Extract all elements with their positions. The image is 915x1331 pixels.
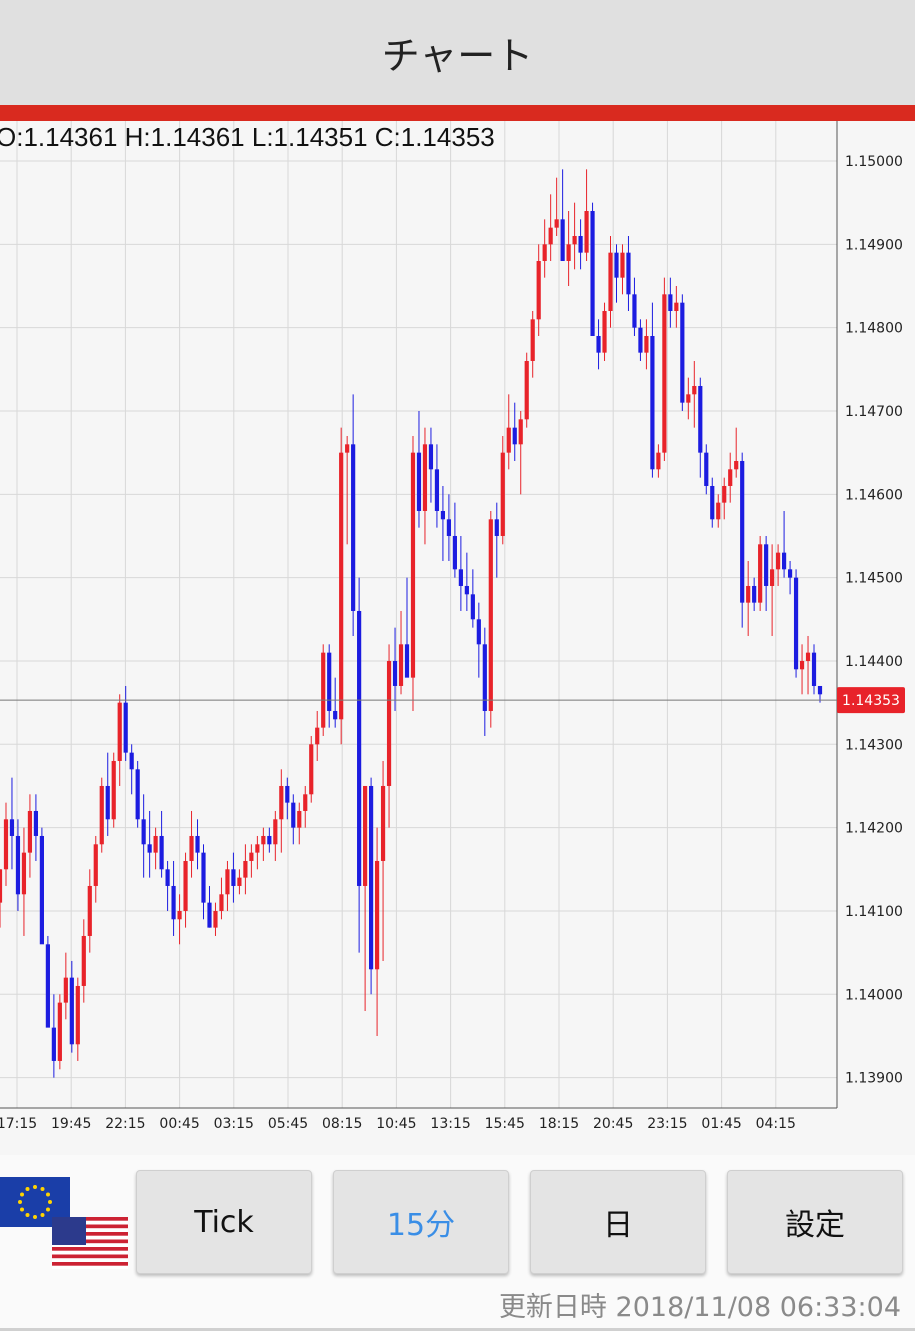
currency-pair-icon[interactable] xyxy=(0,1177,130,1272)
y-tick-label: 1.14400 xyxy=(845,654,903,670)
candle xyxy=(410,435,416,711)
x-tick-label: 10:45 xyxy=(376,1116,416,1132)
candle xyxy=(57,994,62,1070)
candle xyxy=(602,302,607,361)
candle xyxy=(99,777,104,853)
app-header: チャート xyxy=(0,0,915,105)
y-tick-label: 1.14600 xyxy=(845,487,903,503)
header-accent-bar xyxy=(0,105,915,121)
x-tick-label: 13:15 xyxy=(430,1116,470,1132)
candlestick-chart[interactable]: 1.15000 1.14900 1.14800 1.14700 1.14600 1.145… xyxy=(0,121,915,1155)
15min-button[interactable]: 15分 xyxy=(333,1170,509,1274)
bottom-toolbar: Tick 15分 日 設定 更新日時 2018/11/08 06:33:04 xyxy=(0,1155,915,1331)
y-tick-label: 1.14100 xyxy=(845,904,903,920)
candle xyxy=(309,735,314,803)
candle xyxy=(39,827,44,945)
update-label: 更新日時 xyxy=(498,1292,607,1323)
candle xyxy=(111,752,116,828)
tick-button[interactable]: Tick xyxy=(136,1170,312,1274)
x-tick-label: 22:15 xyxy=(105,1116,145,1132)
x-tick-label: 03:15 xyxy=(214,1116,254,1132)
y-tick-label: 1.15000 xyxy=(845,154,903,170)
day-button[interactable]: 日 xyxy=(530,1170,706,1274)
x-tick-label: 08:15 xyxy=(322,1116,362,1132)
chart-area[interactable]: 1.15000 1.14900 1.14800 1.14700 1.14600 1.145… xyxy=(0,121,915,1155)
y-tick-label: 1.14200 xyxy=(845,821,903,837)
ohlc-readout: O:1.14361 H:1.14361 L:1.14351 C:1.14353 xyxy=(0,122,495,152)
y-tick-label: 1.13900 xyxy=(845,1071,903,1087)
x-tick-label: 01:45 xyxy=(701,1116,741,1132)
us-flag-icon xyxy=(52,1217,128,1269)
x-tick-label: 19:45 xyxy=(51,1116,91,1132)
candle xyxy=(488,510,493,728)
candle xyxy=(524,352,529,428)
candle xyxy=(680,294,685,411)
x-tick-label: 17:15 xyxy=(0,1116,37,1132)
x-tick-label: 00:45 xyxy=(159,1116,199,1132)
settings-button[interactable]: 設定 xyxy=(727,1170,903,1274)
x-tick-label: 04:15 xyxy=(756,1116,796,1132)
update-time: 2018/11/08 06:33:04 xyxy=(615,1292,901,1323)
x-tick-label: 05:45 xyxy=(268,1116,308,1132)
candle xyxy=(793,569,799,678)
candle xyxy=(135,760,140,828)
x-tick-label: 23:15 xyxy=(647,1116,687,1132)
candle xyxy=(740,452,745,628)
candle xyxy=(758,535,763,611)
x-tick-label: 15:45 xyxy=(485,1116,525,1132)
y-tick-label: 1.14300 xyxy=(845,737,903,753)
update-timestamp: 更新日時 2018/11/08 06:33:04 xyxy=(499,1285,901,1324)
candle xyxy=(590,202,595,336)
candle xyxy=(321,644,326,736)
x-tick-label: 18:15 xyxy=(539,1116,579,1132)
current-price-label: 1.14353 xyxy=(842,693,900,709)
candle xyxy=(369,777,374,995)
y-tick-label: 1.14700 xyxy=(845,404,903,420)
y-tick-label: 1.14000 xyxy=(845,987,903,1003)
y-tick-label: 1.14800 xyxy=(845,321,903,337)
candle xyxy=(339,427,344,745)
y-tick-label: 1.14900 xyxy=(845,237,903,253)
candle xyxy=(662,277,667,461)
y-tick-label: 1.14500 xyxy=(845,571,903,587)
page-title: チャート xyxy=(381,34,534,78)
x-tick-label: 20:45 xyxy=(593,1116,633,1132)
candle xyxy=(45,935,50,1028)
